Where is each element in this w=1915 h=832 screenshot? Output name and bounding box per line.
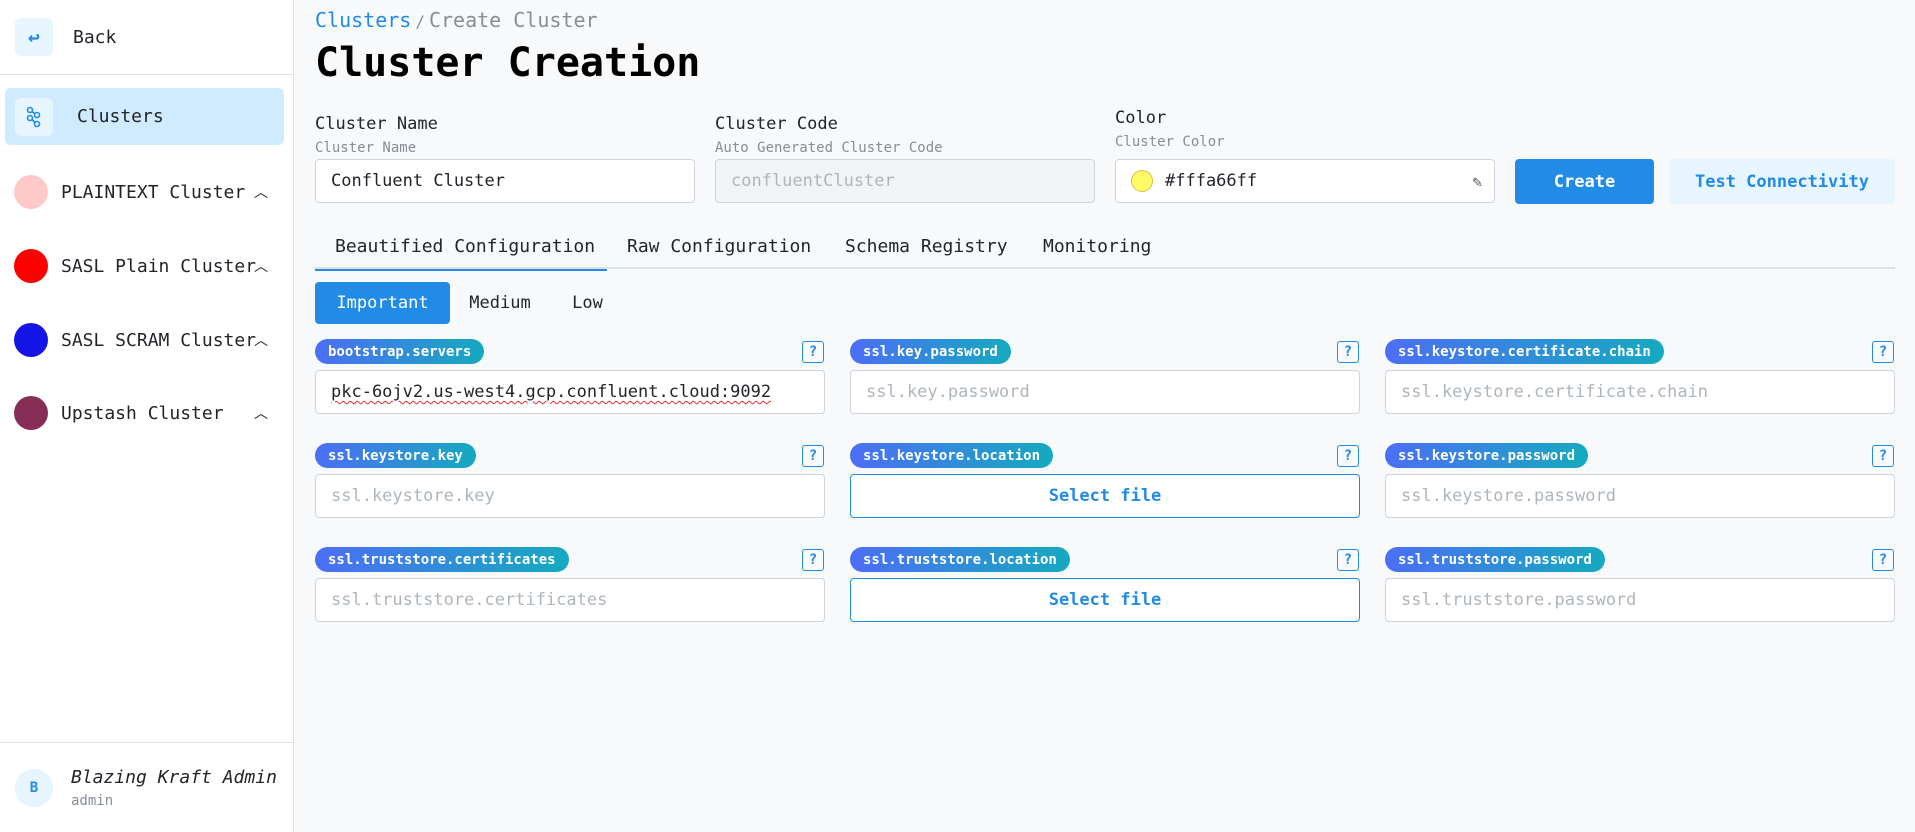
cluster-name: SASL Plain Cluster bbox=[61, 255, 257, 277]
segment-low[interactable]: Low bbox=[550, 282, 625, 324]
sidebar-cluster-sasl-scram[interactable]: SASL SCRAM Cluster ︿ bbox=[14, 320, 284, 360]
tab-beautified-configuration[interactable]: Beautified Configuration bbox=[315, 224, 607, 271]
config-key-badge: ssl.key.password bbox=[850, 339, 1011, 364]
back-arrow-icon: ↩ bbox=[15, 18, 53, 56]
help-icon[interactable]: ? bbox=[1872, 549, 1894, 571]
segment-medium[interactable]: Medium bbox=[455, 282, 545, 324]
cluster-code-label: Cluster Code bbox=[715, 114, 838, 134]
cluster-color-dot bbox=[14, 175, 48, 209]
cluster-color-dot bbox=[14, 249, 48, 283]
create-button[interactable]: Create bbox=[1515, 159, 1654, 204]
help-icon[interactable]: ? bbox=[1872, 341, 1894, 363]
breadcrumb-separator: / bbox=[415, 12, 425, 31]
color-input[interactable]: #fffa66ff ✎ bbox=[1115, 159, 1495, 203]
ssl-truststore-location-select-file-button[interactable]: Select file bbox=[850, 578, 1360, 622]
cluster-code-input: confluentCluster bbox=[715, 159, 1095, 203]
cluster-name-description: Cluster Name bbox=[315, 140, 417, 156]
config-key-badge: ssl.keystore.certificate.chain bbox=[1385, 339, 1664, 364]
tab-monitoring[interactable]: Monitoring bbox=[1043, 224, 1151, 269]
cluster-name-label: Cluster Name bbox=[315, 114, 438, 134]
cluster-color-dot bbox=[14, 396, 48, 430]
color-label: Color bbox=[1115, 108, 1167, 128]
sidebar: ↩ Back Clusters PLAINTEXT Cluster ︿ SASL… bbox=[0, 0, 294, 832]
color-value: #fffa66ff bbox=[1165, 171, 1258, 191]
config-key-badge: ssl.keystore.password bbox=[1385, 443, 1589, 468]
segment-important[interactable]: Important bbox=[315, 282, 450, 324]
help-icon[interactable]: ? bbox=[802, 341, 824, 363]
breadcrumb-clusters-link[interactable]: Clusters bbox=[315, 8, 411, 32]
breadcrumb: Clusters / Create Cluster bbox=[315, 8, 598, 32]
config-key-badge: ssl.truststore.password bbox=[1385, 547, 1605, 572]
ssl-keystore-location-select-file-button[interactable]: Select file bbox=[850, 474, 1360, 518]
chevron-up-icon[interactable]: ︿ bbox=[254, 330, 268, 350]
chevron-up-icon[interactable]: ︿ bbox=[254, 403, 268, 423]
breadcrumb-current: Create Cluster bbox=[428, 8, 598, 32]
user-role: admin bbox=[71, 792, 114, 809]
chevron-up-icon[interactable]: ︿ bbox=[254, 182, 268, 202]
help-icon[interactable]: ? bbox=[1337, 549, 1359, 571]
clusters-icon bbox=[15, 97, 53, 136]
page-title: Cluster Creation bbox=[315, 40, 701, 86]
bootstrap-servers-input[interactable]: pkc-6ojv2.us-west4.gcp.confluent.cloud:9… bbox=[315, 370, 825, 414]
config-key-badge: ssl.keystore.key bbox=[315, 443, 476, 468]
eyedropper-icon[interactable]: ✎ bbox=[1472, 172, 1482, 191]
user-name: Blazing Kraft Admin bbox=[71, 766, 277, 788]
cluster-name: SASL SCRAM Cluster bbox=[61, 329, 257, 351]
config-key-badge: ssl.truststore.certificates bbox=[315, 547, 569, 572]
config-key-badge: ssl.keystore.location bbox=[850, 443, 1054, 468]
help-icon[interactable]: ? bbox=[1337, 445, 1359, 467]
cluster-code-description: Auto Generated Cluster Code bbox=[715, 140, 943, 156]
sidebar-item-clusters[interactable]: Clusters bbox=[5, 88, 284, 145]
help-icon[interactable]: ? bbox=[802, 445, 824, 467]
help-icon[interactable]: ? bbox=[1872, 445, 1894, 467]
ssl-truststore-certificates-input[interactable]: ssl.truststore.certificates bbox=[315, 578, 825, 622]
tab-schema-registry[interactable]: Schema Registry bbox=[845, 224, 1008, 269]
input-value: pkc-6ojv2.us-west4.gcp.confluent.cloud:9… bbox=[331, 382, 772, 402]
ssl-keystore-password-input[interactable]: ssl.keystore.password bbox=[1385, 474, 1895, 518]
color-description: Cluster Color bbox=[1115, 134, 1225, 150]
cluster-name: PLAINTEXT Cluster bbox=[61, 181, 246, 203]
back-button[interactable]: ↩ Back bbox=[0, 0, 293, 75]
cluster-name: Upstash Cluster bbox=[61, 402, 224, 424]
sidebar-cluster-upstash[interactable]: Upstash Cluster ︿ bbox=[14, 393, 284, 433]
back-label: Back bbox=[73, 26, 117, 48]
user-profile[interactable]: B Blazing Kraft Admin admin bbox=[0, 742, 294, 832]
config-key-badge: bootstrap.servers bbox=[315, 339, 485, 364]
ssl-keystore-certificate-chain-input[interactable]: ssl.keystore.certificate.chain bbox=[1385, 370, 1895, 414]
config-key-badge: ssl.truststore.location bbox=[850, 547, 1070, 572]
help-icon[interactable]: ? bbox=[802, 549, 824, 571]
ssl-keystore-key-input[interactable]: ssl.keystore.key bbox=[315, 474, 825, 518]
chevron-up-icon[interactable]: ︿ bbox=[254, 256, 268, 276]
avatar: B bbox=[15, 768, 53, 807]
tab-raw-configuration[interactable]: Raw Configuration bbox=[627, 224, 811, 269]
test-connectivity-button[interactable]: Test Connectivity bbox=[1669, 159, 1895, 204]
color-swatch bbox=[1131, 170, 1153, 192]
ssl-key-password-input[interactable]: ssl.key.password bbox=[850, 370, 1360, 414]
sidebar-cluster-sasl-plain[interactable]: SASL Plain Cluster ︿ bbox=[14, 246, 284, 286]
config-tabs: Beautified Configuration Raw Configurati… bbox=[315, 224, 1895, 271]
help-icon[interactable]: ? bbox=[1337, 341, 1359, 363]
cluster-name-input[interactable]: Confluent Cluster bbox=[315, 159, 695, 203]
sidebar-cluster-plaintext[interactable]: PLAINTEXT Cluster ︿ bbox=[14, 172, 284, 212]
sidebar-item-label: Clusters bbox=[77, 106, 164, 127]
cluster-color-dot bbox=[14, 323, 48, 357]
ssl-truststore-password-input[interactable]: ssl.truststore.password bbox=[1385, 578, 1895, 622]
